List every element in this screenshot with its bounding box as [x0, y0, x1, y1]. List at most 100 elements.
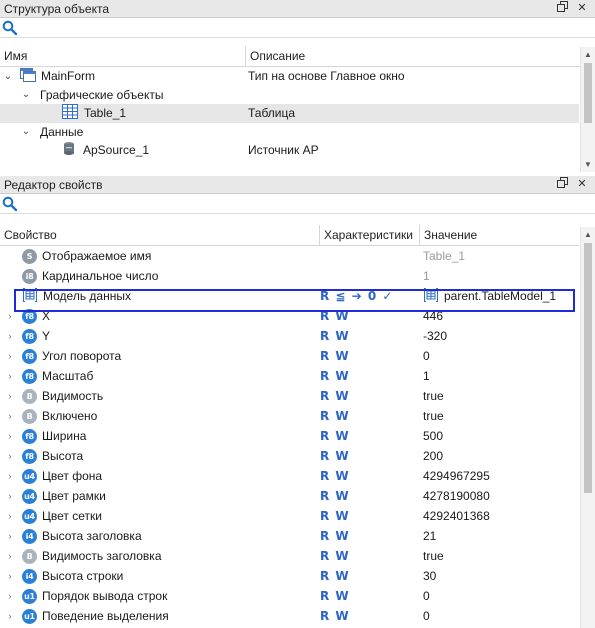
chevron-right-icon[interactable]: › [2, 411, 18, 421]
property-row[interactable]: › f8 Угол поворота R W 0 [0, 346, 579, 366]
property-value-cell[interactable]: true [420, 409, 444, 423]
property-value-cell[interactable]: 0 [420, 589, 430, 603]
property-row[interactable]: › f8 X R W 446 [0, 306, 579, 326]
property-name-cell: Модель данных [0, 286, 320, 306]
type-badge-icon: u4 [22, 508, 37, 524]
chevron-down-icon[interactable]: ⌄ [20, 126, 32, 137]
float-icon[interactable] [555, 1, 569, 15]
property-row[interactable]: › u4 Цвет сетки R W 4292401368 [0, 506, 579, 526]
property-characteristics: R W [320, 586, 420, 606]
properties-search-input[interactable] [22, 194, 595, 213]
property-row[interactable]: › i4 Высота строки R W 30 [0, 566, 579, 586]
property-row[interactable]: Модель данных R ≦ ➔ 0 ✓ parent.TableModel_… [0, 286, 579, 306]
chevron-down-icon[interactable]: ⌄ [20, 89, 32, 100]
tree-row-data[interactable]: ⌄ Данные [0, 123, 595, 142]
float-icon[interactable] [555, 177, 569, 191]
tree-row-mainform[interactable]: ⌄ MainForm Тип на основе Главное окно [0, 67, 595, 86]
property-value-cell[interactable]: 500 [420, 429, 443, 443]
property-row[interactable]: › u4 Цвет рамки R W 4278190080 [0, 486, 579, 506]
property-name: Модель данных [43, 289, 131, 303]
tree-row-table1[interactable]: Table_1 Таблица [0, 104, 579, 123]
property-value-cell[interactable]: 1 [420, 269, 430, 283]
property-value-cell[interactable]: 0 [420, 609, 430, 623]
column-header-description[interactable]: Описание [246, 46, 595, 66]
property-value: true [423, 549, 444, 563]
property-value-cell[interactable]: 30 [420, 569, 436, 583]
chevron-right-icon[interactable]: › [2, 331, 18, 341]
property-row[interactable]: › u1 Поведение выделения R W 0 [0, 606, 579, 626]
property-name-cell: › i4 Высота заголовка [0, 526, 320, 546]
chevron-right-icon[interactable]: › [2, 431, 18, 441]
property-row[interactable]: › i4 Высота заголовка R W 21 [0, 526, 579, 546]
close-icon[interactable]: ✕ [575, 1, 589, 15]
property-value-cell[interactable]: 4294967295 [420, 469, 490, 483]
property-name-cell: › f8 Масштаб [0, 366, 320, 386]
property-value-cell[interactable]: Table_1 [420, 249, 465, 263]
structure-scrollbar[interactable]: ▲ ▼ [580, 47, 595, 172]
property-value-cell[interactable]: 446 [420, 309, 443, 323]
property-name-cell: i8 Кардинальное число [0, 266, 320, 286]
chevron-right-icon[interactable]: › [2, 371, 18, 381]
property-row[interactable]: i8 Кардинальное число 1 [0, 266, 579, 286]
scroll-up-icon[interactable]: ▲ [581, 47, 595, 62]
chevron-right-icon[interactable]: › [2, 451, 18, 461]
tree-item-description: Тип на основе Главное окно [248, 69, 405, 84]
property-value-cell[interactable]: true [420, 389, 444, 403]
scroll-up-icon[interactable]: ▲ [581, 227, 595, 242]
chevron-right-icon[interactable]: › [2, 531, 18, 541]
chevron-right-icon[interactable]: › [2, 611, 18, 621]
type-badge-icon: f8 [22, 368, 37, 384]
scroll-thumb[interactable] [584, 243, 592, 493]
property-value-cell[interactable]: 4278190080 [420, 489, 490, 503]
scroll-down-icon[interactable]: ▼ [581, 157, 595, 172]
property-value-cell[interactable]: parent.TableModel_1 [420, 287, 556, 306]
access-flags: R ≦ ➔ 0 ✓ [320, 289, 394, 303]
property-value-cell[interactable]: 4292401368 [420, 509, 490, 523]
access-flags: R W [320, 449, 350, 463]
chevron-right-icon[interactable]: › [2, 511, 18, 521]
property-value-cell[interactable]: -320 [420, 329, 447, 343]
property-value-cell[interactable]: 200 [420, 449, 443, 463]
chevron-right-icon[interactable]: › [2, 491, 18, 501]
property-value-cell[interactable]: 1 [420, 369, 430, 383]
tree-row-graphic-objects[interactable]: ⌄ Графические объекты [0, 86, 595, 105]
property-value: -320 [423, 329, 448, 343]
property-row[interactable]: › f8 Масштаб R W 1 [0, 366, 579, 386]
property-row[interactable]: › f8 Y R W -320 [0, 326, 579, 346]
property-row[interactable]: › f8 Высота R W 200 [0, 446, 579, 466]
access-flags: R W [320, 329, 350, 343]
property-row[interactable]: › u1 Порядок вывода строк R W 0 [0, 586, 579, 606]
property-name: Масштаб [42, 369, 94, 383]
chevron-right-icon[interactable]: › [2, 471, 18, 481]
column-header-value[interactable]: Значение [420, 225, 579, 245]
property-row[interactable]: › f8 Ширина R W 500 [0, 426, 579, 446]
chevron-right-icon[interactable]: › [2, 351, 18, 361]
property-value-cell[interactable]: 0 [420, 349, 430, 363]
chevron-right-icon[interactable]: › [2, 391, 18, 401]
column-header-name[interactable]: Имя [0, 46, 246, 66]
chevron-right-icon[interactable]: › [2, 591, 18, 601]
scroll-thumb[interactable] [584, 63, 592, 123]
chevron-down-icon[interactable]: ⌄ [2, 71, 14, 82]
close-icon[interactable]: ✕ [575, 177, 589, 191]
type-badge-icon: B [22, 548, 37, 564]
chevron-right-icon[interactable]: › [2, 311, 18, 321]
properties-scrollbar[interactable]: ▲ [580, 227, 595, 628]
property-row[interactable]: › u4 Цвет фона R W 4294967295 [0, 466, 579, 486]
chevron-right-icon[interactable]: › [2, 551, 18, 561]
tree-row-apsource1[interactable]: ApSource_1 Источник АР [0, 141, 595, 160]
property-row[interactable]: › B Видимость заголовка R W true [0, 546, 579, 566]
column-header-characteristics[interactable]: Характеристики [320, 225, 420, 245]
access-flags: R W [320, 309, 350, 323]
property-value: true [423, 389, 444, 403]
property-row[interactable]: › B Включено R W true [0, 406, 579, 426]
structure-search-input[interactable] [22, 18, 595, 37]
property-row[interactable]: S Отображаемое имя Table_1 [0, 246, 579, 266]
property-value-cell[interactable]: true [420, 549, 444, 563]
structure-panel-title: Структура объекта [4, 1, 110, 16]
property-row[interactable]: › B Видимость R W true [0, 386, 579, 406]
chevron-right-icon[interactable]: › [2, 571, 18, 581]
property-value: 446 [423, 309, 444, 323]
column-header-property[interactable]: Свойство [0, 225, 320, 245]
property-value-cell[interactable]: 21 [420, 529, 436, 543]
